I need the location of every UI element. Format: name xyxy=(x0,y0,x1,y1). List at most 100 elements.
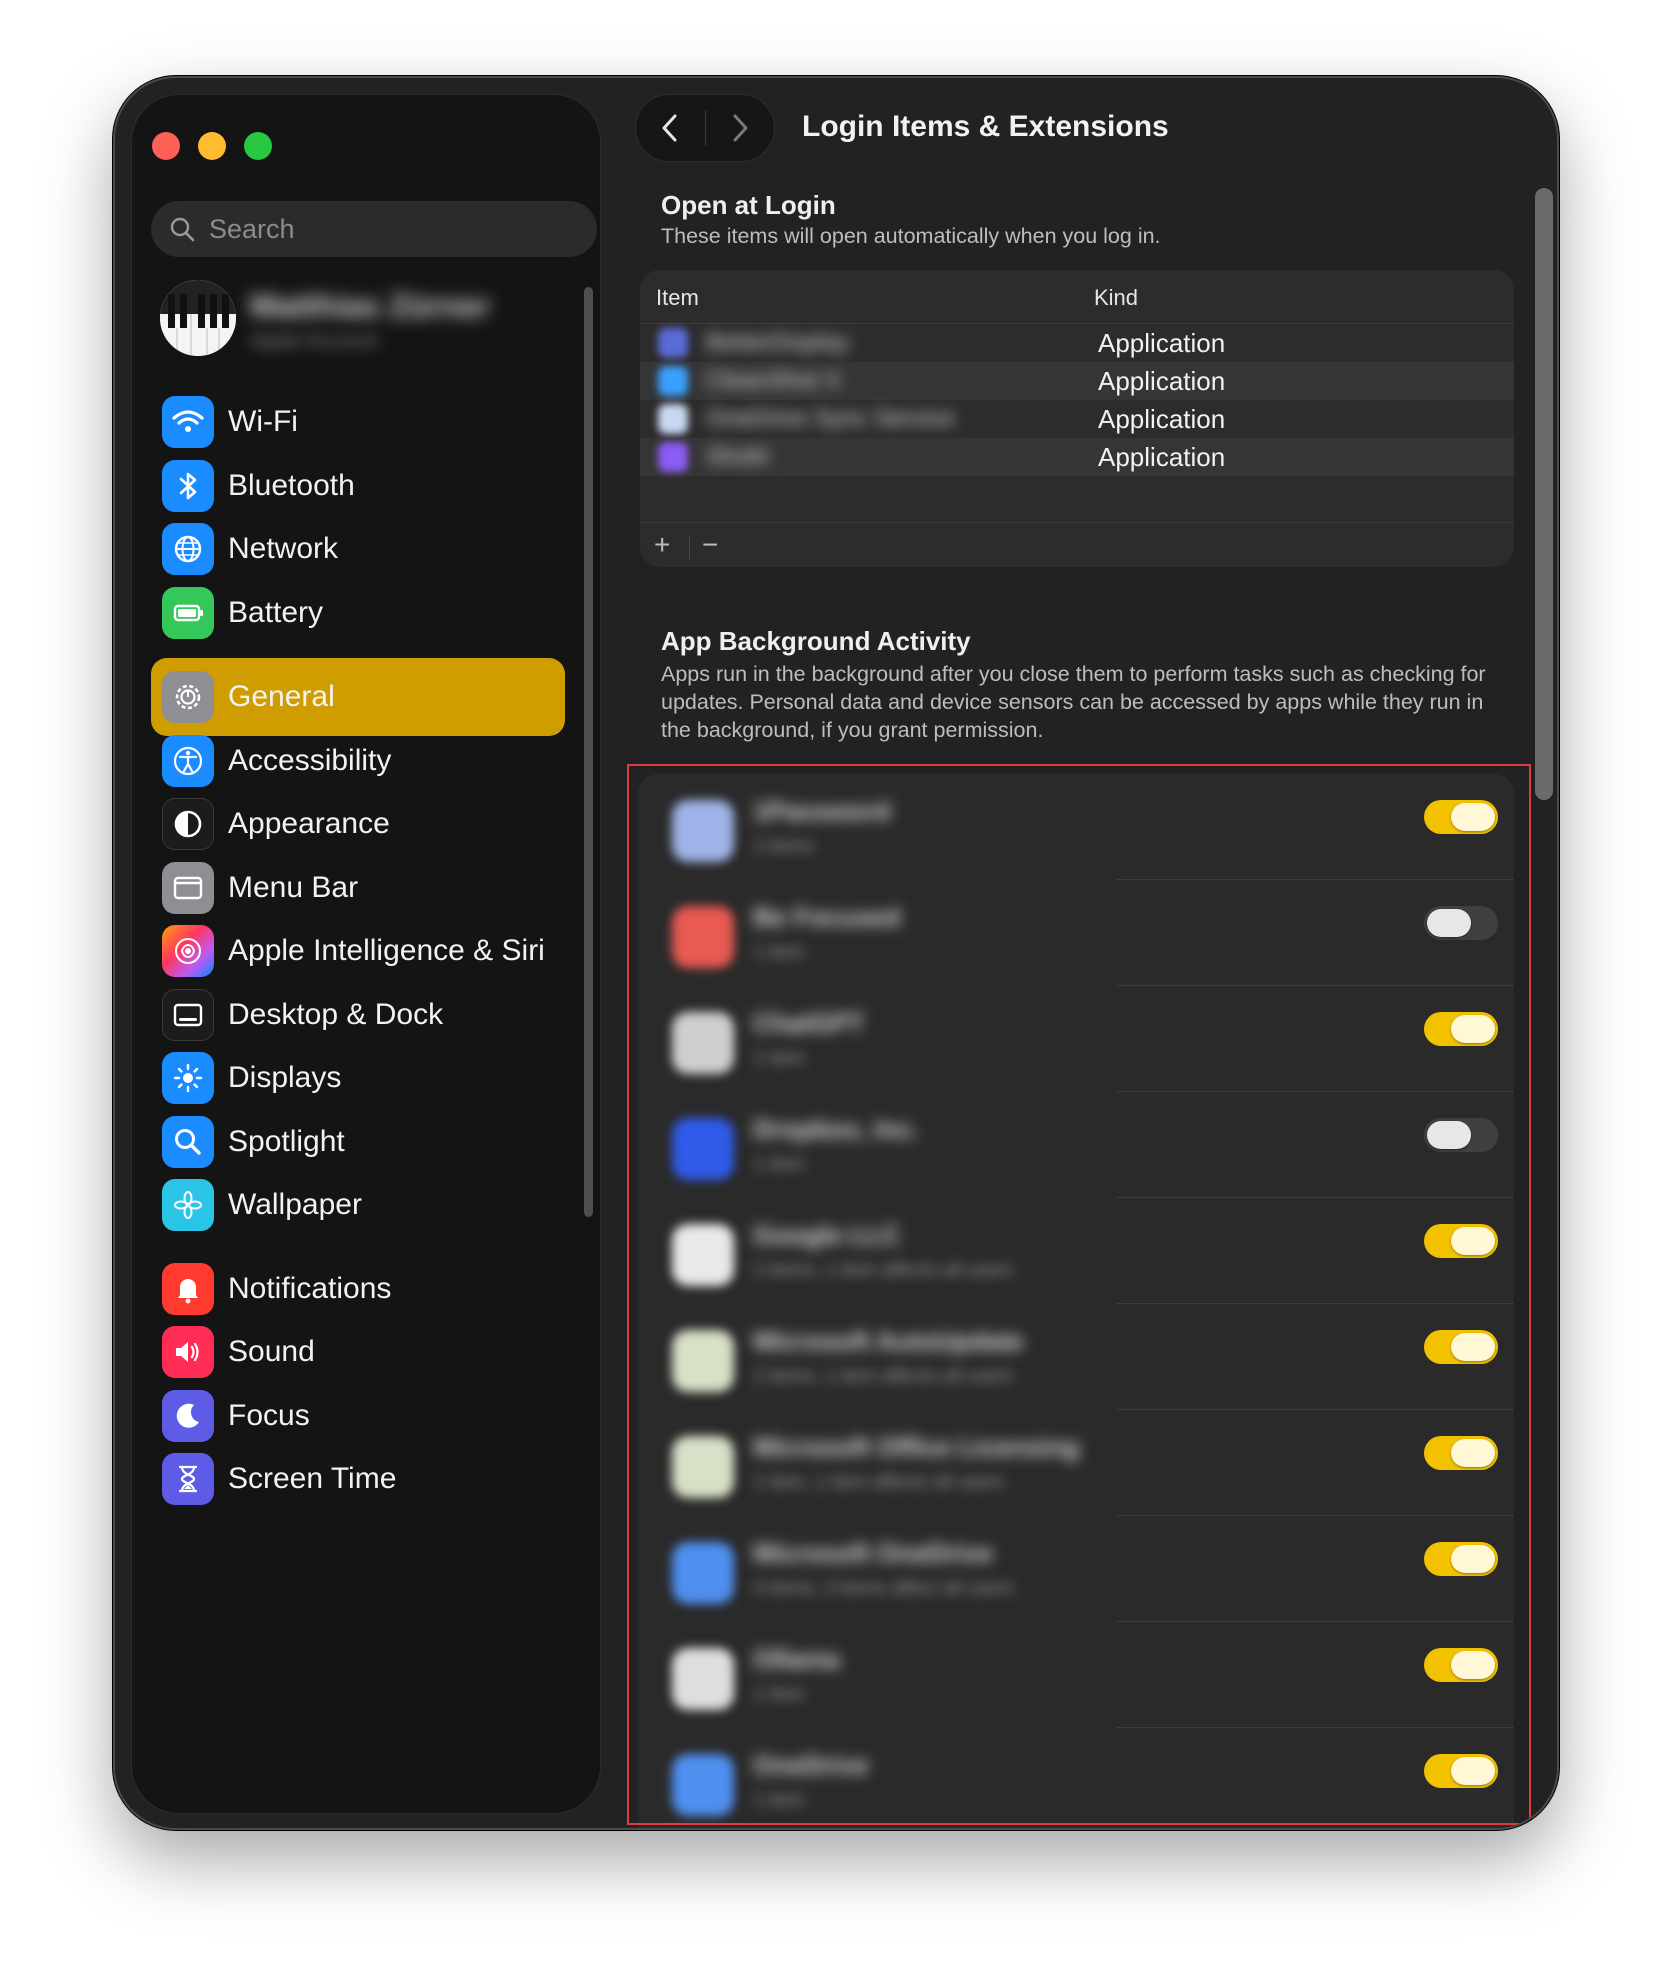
sidebar-item-label: Battery xyxy=(228,596,324,629)
list-item: 1Password 2 items xyxy=(638,774,1514,880)
app-icon xyxy=(672,1118,734,1180)
gear-icon xyxy=(162,671,214,723)
sidebar-item-label: Wallpaper xyxy=(228,1188,362,1221)
sidebar-item-label: Network xyxy=(228,532,339,565)
remove-login-item-button[interactable]: − xyxy=(702,529,718,561)
background-item-name: Dropbox, Inc. xyxy=(753,1114,920,1144)
sidebar-item-battery[interactable]: Battery xyxy=(151,574,565,652)
table-row[interactable]: OneDrive Sync Service Application xyxy=(640,400,1514,438)
background-item-toggle[interactable] xyxy=(1424,1754,1498,1788)
list-item: Dropbox, Inc. 1 item xyxy=(638,1092,1514,1198)
background-item-toggle[interactable] xyxy=(1424,1118,1498,1152)
background-item-name: Be Focused xyxy=(753,902,901,932)
avatar xyxy=(160,280,236,356)
globe-icon xyxy=(162,523,214,575)
background-activity-description: Apps run in the background after you clo… xyxy=(661,662,1486,742)
login-item-name: CleanShot X xyxy=(706,367,841,394)
search-input[interactable]: Search xyxy=(151,201,597,257)
appearance-icon xyxy=(162,798,214,850)
sidebar-item-label: Sound xyxy=(228,1335,315,1368)
background-item-toggle[interactable] xyxy=(1424,1542,1498,1576)
app-icon xyxy=(672,906,734,968)
chevron-right-icon xyxy=(733,114,748,142)
sidebar-item-label: Desktop & Dock xyxy=(228,998,444,1031)
forward-button[interactable] xyxy=(706,94,775,162)
sidebar-item-screen-time[interactable]: Screen Time xyxy=(151,1440,565,1518)
login-item-kind: Application xyxy=(1098,328,1226,358)
sidebar-item-label: Screen Time xyxy=(228,1462,397,1495)
piano-keys-icon xyxy=(160,280,236,356)
account-profile[interactable]: Matthias Zürner Apple Account xyxy=(160,280,560,360)
background-item-subtitle: 1 item, 1 item affects all users xyxy=(753,1472,1004,1493)
focus-icon xyxy=(162,1390,214,1442)
background-item-toggle[interactable] xyxy=(1424,800,1498,834)
list-item: OneDrive 1 item xyxy=(638,1728,1514,1828)
close-button[interactable] xyxy=(152,132,180,160)
list-item: Microsoft Office Licensing 1 item, 1 item… xyxy=(638,1410,1514,1516)
login-item-kind: Application xyxy=(1098,366,1226,396)
background-item-subtitle: 1 item xyxy=(753,1684,805,1705)
hourglass-icon xyxy=(162,1453,214,1505)
sidebar-item-label: Apple Intelligence & Siri xyxy=(228,934,545,967)
background-item-toggle[interactable] xyxy=(1424,1012,1498,1046)
search-icon xyxy=(170,217,195,242)
sidebar-item-label: Bluetooth xyxy=(228,469,355,502)
app-icon xyxy=(672,1648,734,1710)
sidebar-item-label: Notifications xyxy=(228,1272,392,1305)
table-row[interactable]: CleanShot X Application xyxy=(640,362,1514,400)
background-item-name: Microsoft AutoUpdate xyxy=(753,1326,1024,1356)
list-item: Microsoft AutoUpdate 2 items, 1 item affe… xyxy=(638,1304,1514,1410)
background-item-name: Google LLC xyxy=(753,1220,901,1250)
background-item-toggle[interactable] xyxy=(1424,1436,1498,1470)
list-item: Be Focused 1 item xyxy=(638,880,1514,986)
column-item[interactable]: Item xyxy=(656,285,699,311)
app-icon xyxy=(672,1224,734,1286)
column-kind[interactable]: Kind xyxy=(1094,285,1138,311)
sidebar-item-label: Appearance xyxy=(228,807,390,840)
add-login-item-button[interactable]: + xyxy=(654,529,670,561)
chevron-left-icon xyxy=(662,114,677,142)
background-item-subtitle: 1 item xyxy=(753,1048,805,1069)
app-icon xyxy=(658,328,688,358)
menu-bar-icon xyxy=(162,862,214,914)
app-icon xyxy=(672,800,734,862)
background-item-toggle[interactable] xyxy=(1424,1224,1498,1258)
background-item-subtitle: 1 item xyxy=(753,1154,805,1175)
zoom-button[interactable] xyxy=(244,132,272,160)
login-items-table: Item Kind BetterDisplay Application CleanS… xyxy=(640,270,1514,567)
spotlight-icon xyxy=(162,1116,214,1168)
background-item-name: Microsoft OneDrive xyxy=(753,1538,993,1568)
minimize-button[interactable] xyxy=(198,132,226,160)
background-item-toggle[interactable] xyxy=(1424,1648,1498,1682)
background-item-toggle[interactable] xyxy=(1424,1330,1498,1364)
sidebar-item-label: Focus xyxy=(228,1399,310,1432)
background-item-toggle[interactable] xyxy=(1424,906,1498,940)
profile-name: Matthias Zürner xyxy=(250,288,491,324)
background-item-name: 1Password xyxy=(753,796,891,826)
login-item-name: OneDrive Sync Service xyxy=(706,405,955,432)
displays-icon xyxy=(162,1052,214,1104)
table-row[interactable]: BetterDisplay Application xyxy=(640,324,1514,362)
navigation-buttons xyxy=(635,94,775,162)
login-item-kind: Application xyxy=(1098,442,1226,472)
list-item: Google LLC 2 items, 1 item affects all us… xyxy=(638,1198,1514,1304)
sidebar-item-label: Accessibility xyxy=(228,744,392,777)
content-scrollbar[interactable] xyxy=(1535,188,1553,800)
app-icon xyxy=(658,404,688,434)
sidebar-item-label: Menu Bar xyxy=(228,871,359,904)
sidebar-item-label: Spotlight xyxy=(228,1125,345,1158)
app-icon xyxy=(658,442,688,472)
battery-icon xyxy=(162,587,214,639)
sidebar-item-wallpaper[interactable]: Wallpaper xyxy=(151,1166,565,1244)
background-item-subtitle: 2 items, 1 item affects all users xyxy=(753,1260,1014,1281)
table-row[interactable]: Shottr Application xyxy=(640,438,1514,476)
background-item-subtitle: 2 items xyxy=(753,836,815,857)
login-item-name: BetterDisplay xyxy=(706,329,849,356)
background-item-subtitle: 4 items, 3 items affect all users xyxy=(753,1578,1014,1599)
open-at-login-description: These items will open automatically when… xyxy=(661,224,1161,248)
open-at-login-title: Open at Login xyxy=(661,190,836,220)
siri-icon xyxy=(162,925,214,977)
sidebar: Search Matthias Zürner Apple Account Wi-… xyxy=(131,94,601,1814)
back-button[interactable] xyxy=(636,94,705,162)
sidebar-scrollbar[interactable] xyxy=(584,287,593,1217)
